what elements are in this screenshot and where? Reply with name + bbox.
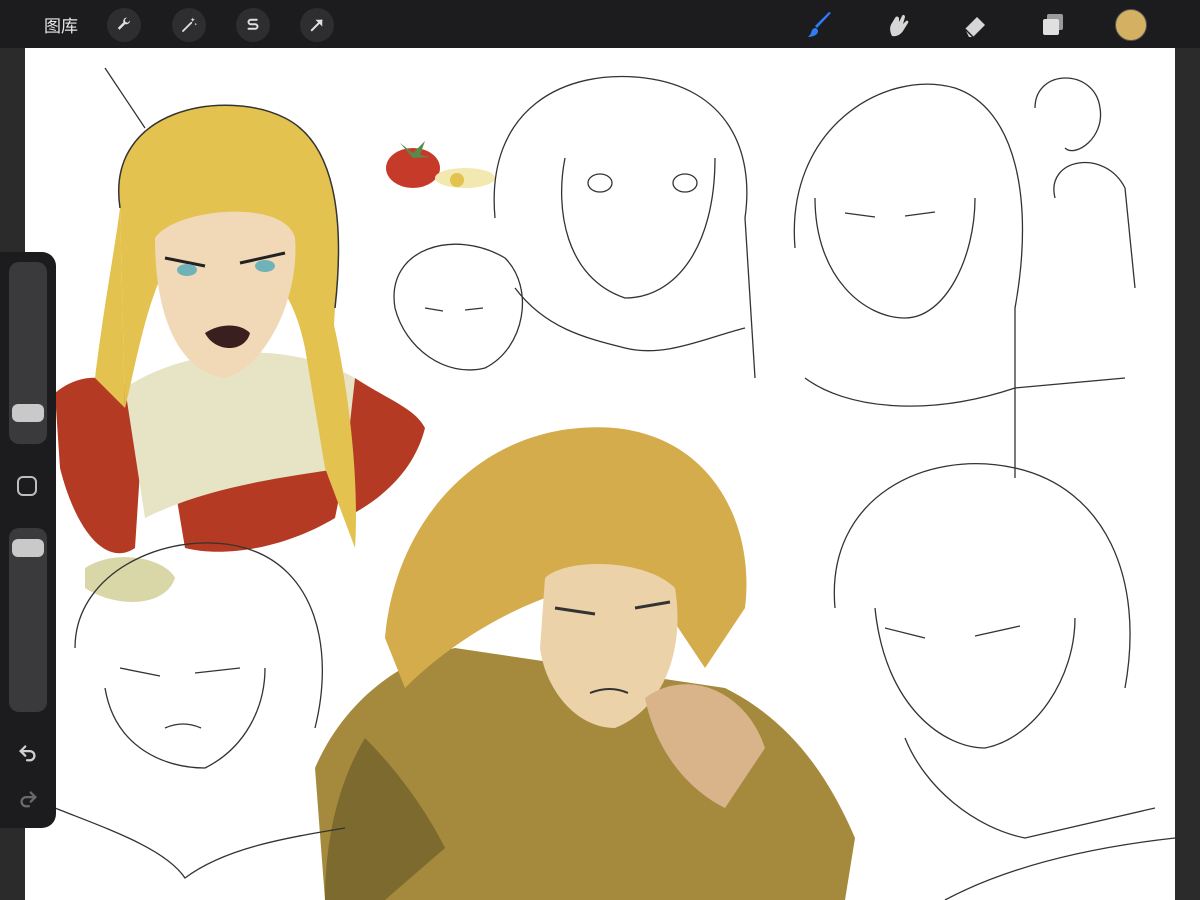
- transform-button[interactable]: [300, 8, 334, 42]
- brush-icon: [805, 10, 835, 40]
- gallery-button[interactable]: 图库: [44, 12, 78, 37]
- blond-boy-sketch: [315, 427, 855, 900]
- smudge-icon: [882, 10, 912, 40]
- layers-button[interactable]: [1036, 8, 1070, 42]
- wrench-icon: [115, 16, 133, 34]
- brush-size-slider[interactable]: [9, 262, 47, 444]
- adjustments-button[interactable]: [172, 8, 206, 42]
- blonde-girl-sketch: [55, 104, 425, 602]
- modify-button[interactable]: [17, 476, 37, 496]
- brush-size-knob[interactable]: [12, 404, 44, 423]
- arrow-icon: [308, 16, 326, 34]
- opacity-knob[interactable]: [12, 539, 44, 557]
- opacity-slider[interactable]: [9, 528, 47, 712]
- undo-icon: [17, 741, 39, 763]
- undo-button[interactable]: [14, 738, 42, 766]
- smudge-button[interactable]: [880, 8, 914, 42]
- magic-wand-icon: [180, 16, 198, 34]
- tomato-sketch: [386, 141, 495, 188]
- drawing-canvas[interactable]: [25, 48, 1175, 900]
- eraser-icon: [960, 10, 990, 40]
- sketch-artwork: [54, 67, 1175, 900]
- top-toolbar: 图库: [0, 0, 1200, 48]
- color-picker-button[interactable]: [1115, 9, 1147, 41]
- actions-button[interactable]: [107, 8, 141, 42]
- selection-button[interactable]: [236, 8, 270, 42]
- layers-icon: [1038, 10, 1068, 40]
- brush-button[interactable]: [803, 8, 837, 42]
- eraser-button[interactable]: [958, 8, 992, 42]
- selection-s-icon: [244, 16, 262, 34]
- left-sidebar: [0, 252, 56, 828]
- redo-button[interactable]: [14, 784, 42, 812]
- redo-icon: [17, 787, 39, 809]
